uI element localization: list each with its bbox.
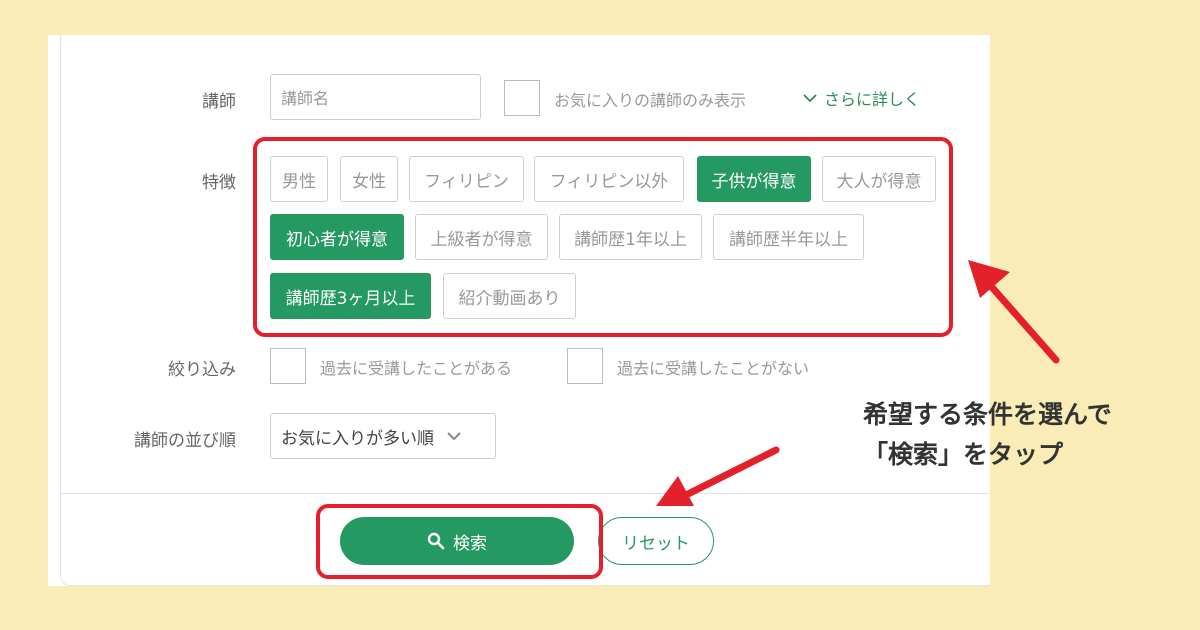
- filter-label: 絞り込み: [168, 360, 236, 380]
- favorites-only-label: お気に入りの講師のみ表示: [554, 91, 747, 110]
- features-highlight-box: [253, 137, 953, 337]
- chevron-down-icon: [447, 432, 461, 441]
- more-details-link[interactable]: さらに詳しく: [802, 86, 920, 110]
- sort-order-select[interactable]: お気に入りが多い順: [270, 413, 496, 459]
- chevron-down-icon: [803, 94, 817, 103]
- reset-button-label: リセット: [622, 533, 690, 554]
- divider: [60, 493, 990, 494]
- callout-line-2: 「検索」をタップ: [863, 440, 1064, 469]
- teacher-name-input[interactable]: 講師名: [270, 74, 481, 120]
- taken-before-label: 過去に受講したことがある: [320, 359, 513, 378]
- arrow-to-search-icon: [656, 446, 780, 506]
- search-highlight-box: [316, 504, 603, 579]
- favorites-only-checkbox[interactable]: [504, 80, 540, 116]
- sort-selected-value: お気に入りが多い順: [281, 428, 434, 449]
- callout-line-1: 希望する条件を選んで: [863, 400, 1112, 429]
- sort-label: 講師の並び順: [134, 431, 236, 451]
- features-label: 特徴: [202, 173, 236, 193]
- callout-text: 希望する条件を選んで 「検索」をタップ: [863, 395, 1112, 475]
- arrow-to-features-icon: [968, 260, 1060, 364]
- more-details-label: さらに詳しく: [824, 90, 921, 109]
- page: { "form": { "teacher": { "label": "講師", …: [0, 0, 1200, 630]
- never-taken-checkbox[interactable]: [567, 348, 603, 384]
- teacher-name-placeholder: 講師名: [281, 89, 330, 108]
- never-taken-label: 過去に受講したことがない: [617, 359, 810, 378]
- reset-button[interactable]: リセット: [598, 517, 714, 565]
- teacher-label: 講師: [202, 92, 236, 112]
- taken-before-checkbox[interactable]: [270, 348, 306, 384]
